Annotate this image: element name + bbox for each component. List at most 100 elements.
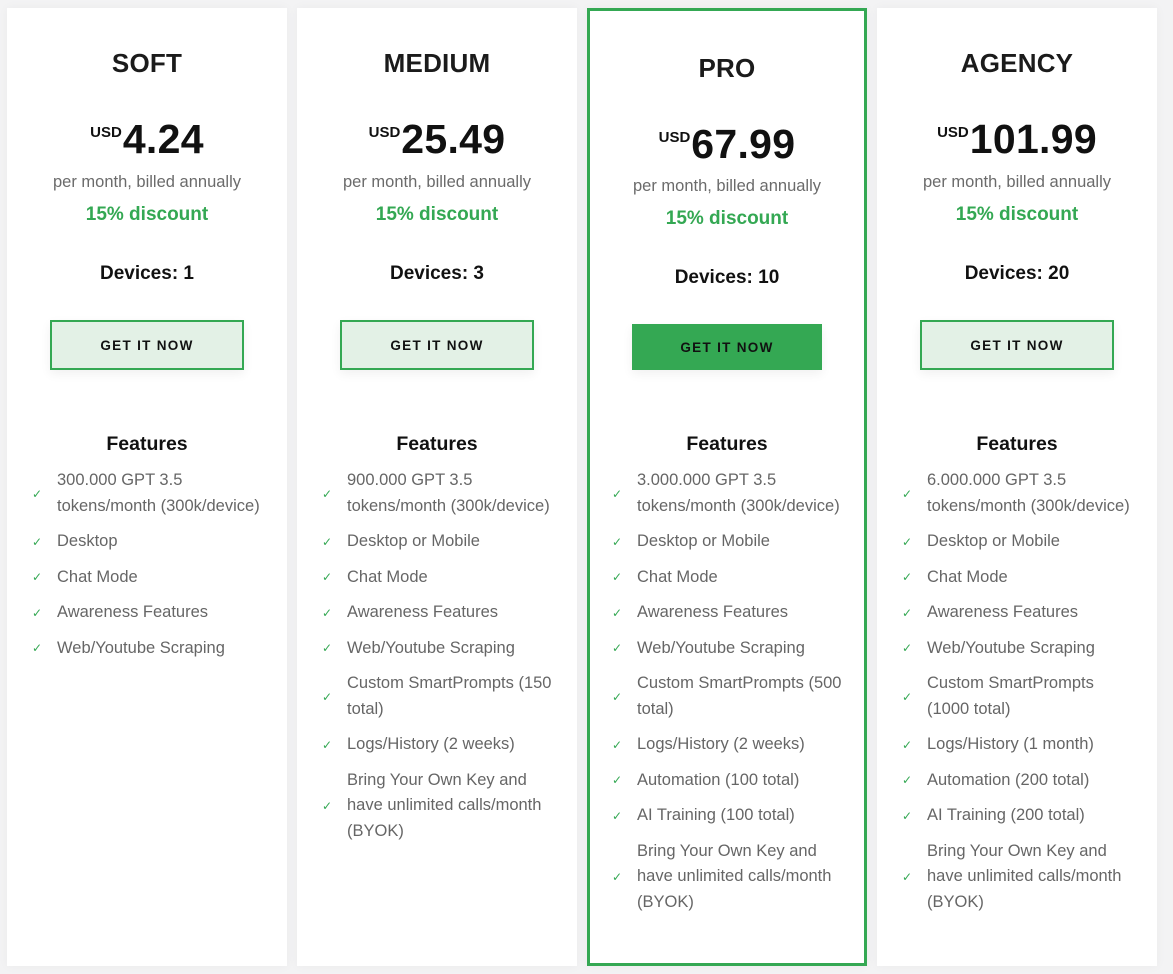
- check-icon: ✓: [902, 570, 913, 585]
- discount-label: 15% discount: [955, 204, 1079, 225]
- discount-label: 15% discount: [375, 204, 499, 225]
- pricing-card-soft: SOFT USD4.24 per month, billed annually …: [7, 8, 287, 966]
- feature-text: Awareness Features: [637, 603, 789, 621]
- billing-period: per month, billed annually: [922, 173, 1112, 191]
- get-it-now-button[interactable]: GET IT NOW: [50, 320, 244, 370]
- check-icon: ✓: [902, 869, 913, 884]
- devices-count: Devices: 20: [964, 263, 1070, 284]
- feature-item: ✓ Bring Your Own Key and have unlimited c…: [902, 839, 1147, 916]
- check-icon: ✓: [902, 808, 913, 823]
- feature-text: Awareness Features: [57, 603, 209, 621]
- feature-item: ✓ 6.000.000 GPT 3.5 tokens/month (300k/de…: [902, 468, 1147, 519]
- feature-text: Desktop or Mobile: [927, 532, 1060, 550]
- price-amount: 67.99: [691, 121, 796, 167]
- feature-item: ✓ AI Training (100 total): [612, 803, 854, 829]
- feature-text: Bring Your Own Key and have unlimited ca…: [927, 841, 1122, 911]
- feature-item: ✓ Bring Your Own Key and have unlimited c…: [612, 839, 854, 916]
- feature-text: Chat Mode: [927, 567, 1008, 586]
- feature-text: Chat Mode: [57, 567, 138, 586]
- feature-text: Bring Your Own Key and have unlimited ca…: [637, 841, 832, 911]
- feature-text: Chat Mode: [637, 567, 718, 586]
- check-icon: ✓: [322, 737, 333, 752]
- feature-text: Automation (100 total): [637, 770, 800, 789]
- price-amount: 4.24: [122, 116, 204, 162]
- feature-text: Web/Youtube Scraping: [637, 638, 805, 657]
- features-list: ✓ 900.000 GPT 3.5 tokens/month (300k/devi…: [322, 468, 567, 854]
- check-icon: ✓: [902, 641, 913, 656]
- get-it-now-button[interactable]: GET IT NOW: [340, 320, 534, 370]
- check-icon: ✓: [32, 534, 43, 549]
- currency-label: USD: [368, 124, 401, 141]
- feature-item: ✓ Desktop or Mobile: [902, 529, 1147, 555]
- pricing-card-medium: MEDIUM USD25.49 per month, billed annual…: [297, 8, 577, 966]
- check-icon: ✓: [322, 641, 333, 656]
- feature-text: Web/Youtube Scraping: [57, 638, 225, 657]
- features-list: ✓ 6.000.000 GPT 3.5 tokens/month (300k/de…: [902, 468, 1147, 925]
- feature-text: 3.000.000 GPT 3.5 tokens/month (300k/dev…: [637, 471, 840, 515]
- feature-item: ✓ Web/Youtube Scraping: [322, 636, 567, 662]
- check-icon: ✓: [612, 486, 623, 501]
- check-icon: ✓: [322, 534, 333, 549]
- check-icon: ✓: [902, 486, 913, 501]
- check-icon: ✓: [612, 808, 623, 823]
- check-icon: ✓: [32, 570, 43, 585]
- check-icon: ✓: [322, 689, 333, 704]
- feature-item: ✓ Awareness Features: [612, 600, 854, 626]
- feature-text: Desktop or Mobile: [637, 532, 770, 550]
- feature-item: ✓ Automation (200 total): [902, 768, 1147, 794]
- feature-text: Awareness Features: [347, 603, 499, 621]
- feature-item: ✓ Logs/History (2 weeks): [612, 732, 854, 758]
- billing-period: per month, billed annually: [52, 173, 242, 191]
- feature-text: Bring Your Own Key and have unlimited ca…: [347, 770, 542, 840]
- feature-item: ✓ Desktop or Mobile: [322, 529, 567, 555]
- feature-item: ✓ Awareness Features: [322, 600, 567, 626]
- feature-item: ✓ Bring Your Own Key and have unlimited c…: [322, 768, 567, 845]
- feature-text: Custom SmartPrompts (150 total): [347, 674, 552, 718]
- check-icon: ✓: [612, 869, 623, 884]
- feature-item: ✓ Chat Mode: [902, 565, 1147, 591]
- plan-price: USD67.99: [590, 121, 864, 168]
- feature-item: ✓ Awareness Features: [32, 600, 277, 626]
- check-icon: ✓: [902, 773, 913, 788]
- pricing-card-agency: AGENCY USD101.99 per month, billed annua…: [877, 8, 1157, 966]
- billing-period: per month, billed annually: [632, 177, 822, 195]
- check-icon: ✓: [32, 641, 43, 656]
- check-icon: ✓: [612, 689, 623, 704]
- get-it-now-button[interactable]: GET IT NOW: [920, 320, 1114, 370]
- feature-item: ✓ 3.000.000 GPT 3.5 tokens/month (300k/de…: [612, 468, 854, 519]
- check-icon: ✓: [322, 798, 333, 813]
- check-icon: ✓: [612, 534, 623, 549]
- price-amount: 25.49: [401, 116, 506, 162]
- feature-item: ✓ Desktop or Mobile: [612, 529, 854, 555]
- check-icon: ✓: [322, 570, 333, 585]
- feature-item: ✓ Logs/History (2 weeks): [322, 732, 567, 758]
- feature-item: ✓ 900.000 GPT 3.5 tokens/month (300k/devi…: [322, 468, 567, 519]
- feature-text: Custom SmartPrompts (1000 total): [927, 674, 1094, 718]
- feature-text: 900.000 GPT 3.5 tokens/month (300k/devic…: [347, 471, 550, 515]
- feature-item: ✓ Chat Mode: [322, 565, 567, 591]
- price-amount: 101.99: [969, 116, 1097, 162]
- currency-label: USD: [90, 124, 122, 141]
- feature-item: ✓ Web/Youtube Scraping: [612, 636, 854, 662]
- discount-label: 15% discount: [665, 208, 789, 229]
- feature-text: Logs/History (1 month): [927, 735, 1094, 753]
- feature-item: ✓ Custom SmartPrompts (150 total): [322, 671, 567, 722]
- get-it-now-button[interactable]: GET IT NOW: [632, 324, 822, 370]
- features-heading: Features: [106, 433, 188, 455]
- feature-item: ✓ AI Training (200 total): [902, 803, 1147, 829]
- feature-text: Web/Youtube Scraping: [347, 638, 515, 657]
- feature-item: ✓ Desktop: [32, 529, 277, 555]
- feature-item: ✓ 300.000 GPT 3.5 tokens/month (300k/devi…: [32, 468, 277, 519]
- feature-text: Automation (200 total): [927, 770, 1090, 789]
- plan-name: MEDIUM: [383, 48, 491, 78]
- currency-label: USD: [658, 129, 691, 146]
- features-heading: Features: [686, 433, 768, 455]
- check-icon: ✓: [902, 534, 913, 549]
- feature-text: Chat Mode: [347, 567, 428, 586]
- plan-price: USD101.99: [877, 116, 1157, 163]
- feature-item: ✓ Web/Youtube Scraping: [32, 636, 277, 662]
- feature-item: ✓ Chat Mode: [612, 565, 854, 591]
- feature-text: AI Training (200 total): [927, 806, 1085, 824]
- devices-count: Devices: 1: [99, 263, 194, 284]
- feature-item: ✓ Custom SmartPrompts (500 total): [612, 671, 854, 722]
